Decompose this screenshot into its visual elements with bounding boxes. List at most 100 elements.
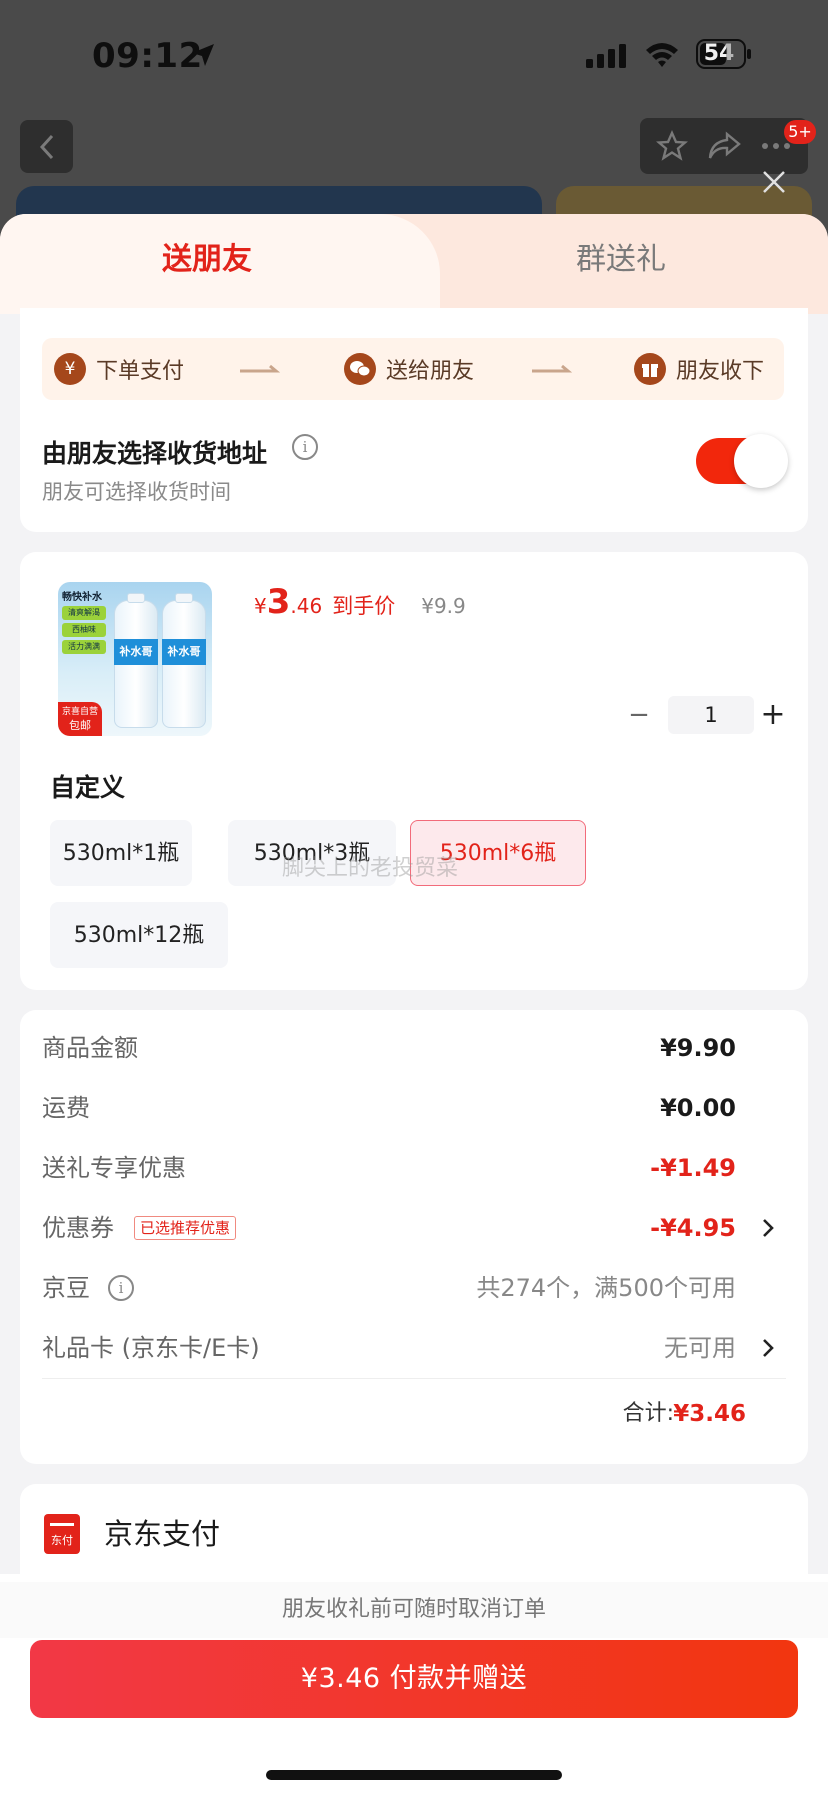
chevron-right-icon	[763, 1339, 774, 1357]
row-label: 运费	[42, 1094, 90, 1122]
row-label: 礼品卡 (京东卡/E卡)	[42, 1334, 260, 1362]
row-value: 无可用	[664, 1334, 736, 1362]
pay-icon-stripe	[50, 1523, 74, 1526]
price-summary-card: 商品金额 ¥9.90 运费 ¥0.00 送礼专享优惠 -¥1.49 优惠券 已选…	[20, 1010, 808, 1464]
gift-sheet: 送朋友 群送礼 ¥ 下单支付 送给朋友 朋友收下 由朋友选择收货地址 i 朋友可…	[0, 214, 828, 1795]
bottle-label: 补水哥	[162, 639, 206, 665]
status-bar: 09:12 54	[0, 0, 828, 110]
address-option-title: 由朋友选择收货地址	[42, 439, 268, 468]
row-label: 京豆	[42, 1274, 90, 1302]
step-label: 下单支付	[96, 359, 185, 384]
product-image-chip: 清爽解渴	[62, 606, 106, 620]
row-value: 共274个，满500个可用	[476, 1274, 736, 1302]
share-icon[interactable]	[707, 131, 741, 161]
step-receive: 朋友收下	[634, 338, 764, 400]
payment-method-name: 京东支付	[104, 1517, 221, 1551]
summary-row-coupon[interactable]: 优惠券 已选推荐优惠 -¥4.95	[42, 1208, 786, 1248]
price-symbol: ¥	[254, 594, 267, 618]
more-icon[interactable]	[760, 141, 792, 151]
step-label: 送给朋友	[386, 359, 475, 384]
product-corner-tag: 京喜自营 包邮	[58, 702, 102, 736]
pay-and-gift-button[interactable]: ¥3.46 付款并赠送	[30, 1640, 798, 1718]
summary-row-goods: 商品金额 ¥9.90	[42, 1028, 786, 1068]
checkout-footer: 朋友收礼前可随时取消订单 ¥3.46 付款并赠送	[0, 1574, 828, 1795]
corner-tag-bottom: 包邮	[69, 719, 91, 732]
price-integer: 3	[266, 582, 291, 622]
info-icon[interactable]: i	[108, 1275, 134, 1301]
summary-row-gift-discount: 送礼专享优惠 -¥1.49	[42, 1148, 786, 1188]
bottle-cap	[127, 593, 145, 603]
summary-row-gift-card[interactable]: 礼品卡 (京东卡/E卡) 无可用	[42, 1328, 786, 1368]
row-value: -¥1.49	[650, 1154, 736, 1182]
gift-steps: ¥ 下单支付 送给朋友 朋友收下	[42, 338, 784, 400]
bottle-graphic: 补水哥	[114, 593, 158, 728]
tab-bar: 送朋友 群送礼	[0, 214, 828, 314]
tab-send-friend[interactable]: 送朋友	[0, 214, 414, 306]
original-price: ¥9.9	[421, 594, 466, 618]
toggle-knob	[734, 434, 788, 488]
product-image-tag: 畅快补水	[62, 592, 102, 603]
spec-option-6[interactable]: 530ml*6瓶	[410, 820, 586, 886]
cancel-note: 朋友收礼前可随时取消订单	[0, 1582, 828, 1638]
product-card: 畅快补水 清爽解渴 西柚味 活力满满 补水哥 补水哥 京喜自营 包邮 ¥ 3 .…	[20, 552, 808, 990]
yen-circle-icon: ¥	[54, 353, 86, 385]
product-image[interactable]: 畅快补水 清爽解渴 西柚味 活力满满 补水哥 补水哥 京喜自营 包邮	[58, 582, 212, 736]
row-value: -¥4.95	[650, 1214, 736, 1242]
address-option-subtitle: 朋友可选择收货时间	[42, 480, 231, 504]
pay-icon-text: 东付	[51, 1534, 73, 1547]
status-time: 09:12	[92, 36, 203, 76]
row-label: 优惠券	[42, 1214, 114, 1242]
address-toggle[interactable]	[696, 434, 788, 488]
product-image-chip: 西柚味	[62, 623, 106, 637]
cellular-signal-icon	[586, 44, 626, 68]
star-icon[interactable]	[655, 130, 688, 162]
top-actions	[640, 118, 808, 174]
gift-options-card: ¥ 下单支付 送给朋友 朋友收下 由朋友选择收货地址 i 朋友可选择收货时间	[20, 308, 808, 532]
info-icon[interactable]: i	[292, 434, 318, 460]
home-indicator[interactable]	[266, 1770, 562, 1780]
row-label: 商品金额	[42, 1034, 138, 1062]
jd-pay-icon: 东付	[44, 1514, 80, 1554]
arrow-right-icon	[532, 364, 573, 373]
summary-row-jd-beans: 京豆 i 共274个，满500个可用	[42, 1268, 786, 1308]
bottle-graphic: 补水哥	[162, 593, 206, 728]
quantity-input[interactable]: 1	[668, 696, 754, 734]
quantity-increase-button[interactable]: +	[756, 698, 790, 732]
product-image-chip: 活力满满	[62, 640, 106, 654]
spec-option-12[interactable]: 530ml*12瓶	[50, 902, 228, 968]
total-value: ¥3.46	[673, 1401, 746, 1427]
divider	[42, 1378, 786, 1379]
price-row: ¥ 3 .46 到手价 ¥9.9	[254, 582, 466, 626]
total-label: 合计:	[622, 1401, 674, 1426]
row-value: ¥9.90	[660, 1034, 736, 1062]
price-decimal: .46	[290, 594, 323, 618]
arrow-right-icon	[240, 364, 281, 373]
bottle-cap	[175, 593, 193, 603]
row-label: 送礼专享优惠	[42, 1154, 186, 1182]
battery-icon: 54	[696, 38, 754, 70]
summary-row-shipping: 运费 ¥0.00	[42, 1088, 786, 1128]
corner-tag-top: 京喜自营	[61, 707, 98, 717]
back-button[interactable]	[20, 120, 73, 173]
step-send: 送给朋友	[344, 338, 474, 400]
spec-title: 自定义	[50, 773, 126, 802]
chevron-left-icon	[39, 134, 53, 159]
bottle-label: 补水哥	[114, 639, 158, 665]
wechat-icon	[344, 353, 376, 385]
spec-option-3[interactable]: 530ml*3瓶	[228, 820, 396, 886]
close-icon[interactable]	[760, 168, 788, 196]
step-label: 朋友收下	[676, 359, 765, 384]
notification-badge: 5+	[784, 120, 816, 144]
step-pay: ¥ 下单支付	[54, 338, 184, 400]
battery-level: 54	[703, 41, 735, 66]
quantity-decrease-button[interactable]: −	[624, 700, 654, 730]
gift-icon	[634, 353, 666, 385]
spec-option-1[interactable]: 530ml*1瓶	[50, 820, 192, 886]
chevron-right-icon	[763, 1219, 774, 1237]
wifi-icon	[646, 43, 678, 67]
coupon-tag: 已选推荐优惠	[134, 1216, 237, 1240]
row-value: ¥0.00	[660, 1094, 736, 1122]
tab-group-gift[interactable]: 群送礼	[414, 214, 828, 306]
location-arrow-icon	[192, 44, 214, 66]
price-tag: 到手价	[332, 594, 396, 618]
